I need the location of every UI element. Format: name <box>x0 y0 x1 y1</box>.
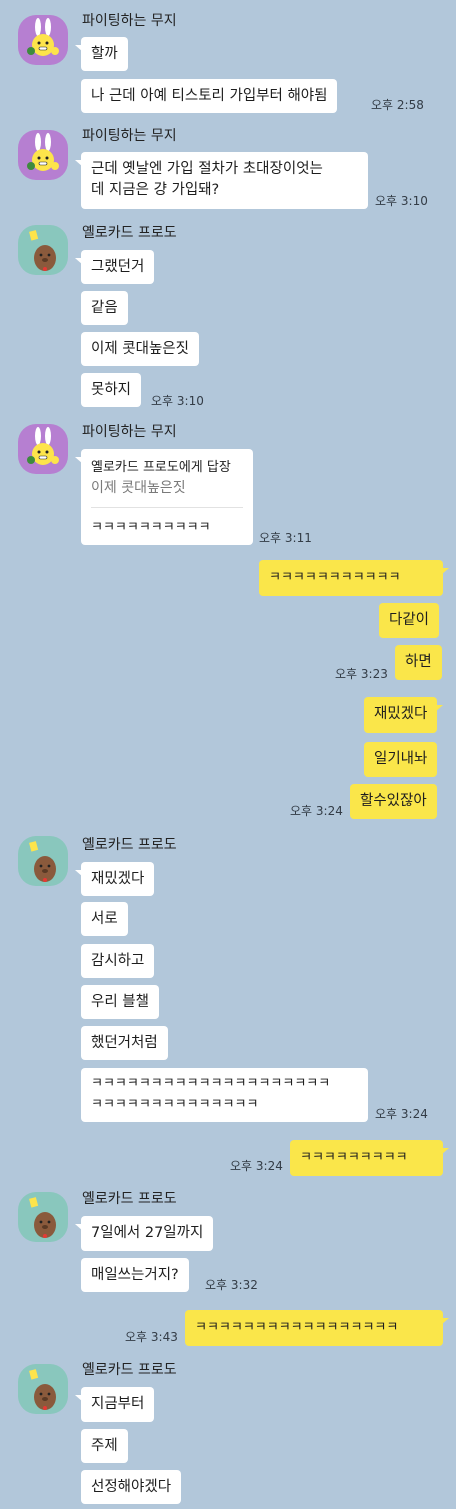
sender-name: 옐로카드 프로도 <box>82 837 177 853</box>
timestamp: 오후 3:23 <box>335 667 388 681</box>
message-bubble[interactable]: 나 근데 아예 티스토리 가입부터 해야됨 <box>81 79 338 113</box>
message-bubble[interactable]: 선정해야겠다 <box>81 1470 182 1504</box>
message-bubble[interactable]: ㅋㅋㅋㅋㅋㅋㅋㅋㅋ <box>290 1140 449 1176</box>
timestamp: 오후 3:24 <box>230 1159 283 1173</box>
message-text: 근데 옛날엔 가입 절차가 초대장이엇는 <box>91 161 323 177</box>
message-bubble[interactable]: 매일쓰는거지? <box>81 1258 189 1292</box>
avatar-frodo-icon[interactable] <box>18 1192 68 1242</box>
timestamp: 오후 3:11 <box>259 531 312 545</box>
message-bubble[interactable]: ㅋㅋㅋㅋㅋㅋㅋㅋㅋㅋㅋ <box>259 560 449 596</box>
message-bubble[interactable]: 우리 블챌 <box>81 985 159 1019</box>
message-bubble[interactable]: ㅋㅋㅋㅋㅋㅋㅋㅋㅋㅋㅋㅋㅋㅋㅋㅋㅋ <box>185 1310 449 1346</box>
message-text: 주제 <box>91 1438 118 1454</box>
sender-name: 파이팅하는 무지 <box>82 128 177 144</box>
reply-divider <box>91 507 243 508</box>
avatar-frodo-icon[interactable] <box>18 836 68 886</box>
message-bubble[interactable]: 할수있잖아 <box>350 784 437 819</box>
reply-message-bubble[interactable]: 옐로카드 프로도에게 답장 이제 콧대높은짓 ㅋㅋㅋㅋㅋㅋㅋㅋㅋㅋ <box>75 449 253 545</box>
reply-quote[interactable]: 이제 콧대높은짓 <box>91 478 243 499</box>
message-text: 서로 <box>91 911 118 927</box>
message-text: ㅋㅋㅋㅋㅋㅋㅋㅋㅋㅋ <box>91 520 211 535</box>
message-bubble[interactable]: 일기내놔 <box>364 742 438 777</box>
timestamp: 오후 3:10 <box>375 194 428 208</box>
message-bubble[interactable]: 못하지 <box>81 373 142 407</box>
message-bubble[interactable]: 재밌겠다 <box>74 862 155 896</box>
message-bubble[interactable]: 그랬던거 <box>74 250 155 284</box>
message-text: 7일에서 27일까지 <box>91 1225 204 1241</box>
message-text: 감시하고 <box>91 953 145 969</box>
avatar-frodo-icon[interactable] <box>18 1364 68 1414</box>
message-text: 선정해야겠다 <box>91 1479 172 1495</box>
reply-target: 옐로카드 프로도에게 답장 <box>91 460 231 475</box>
avatar-muzi-icon[interactable] <box>18 424 68 474</box>
message-bubble[interactable]: 하면 <box>395 645 442 680</box>
message-bubble[interactable]: 7일에서 27일까지 <box>74 1216 214 1251</box>
timestamp: 오후 3:24 <box>375 1107 428 1121</box>
message-text: 그랬던거 <box>91 259 145 275</box>
message-text: 재밌겠다 <box>91 871 145 887</box>
timestamp: 오후 3:24 <box>290 804 343 818</box>
message-text: 같음 <box>91 300 118 316</box>
timestamp: 오후 3:10 <box>151 394 204 408</box>
sender-name: 파이팅하는 무지 <box>82 424 177 440</box>
message-bubble[interactable]: 감시하고 <box>81 944 155 978</box>
message-text: 못하지 <box>91 382 132 398</box>
message-bubble[interactable]: 재밌겠다 <box>364 697 444 733</box>
message-text: 일기내놔 <box>374 751 428 767</box>
message-text: ㅋㅋㅋㅋㅋㅋㅋㅋㅋㅋㅋㅋㅋㅋ <box>91 1097 259 1112</box>
message-text: 나 근데 아예 티스토리 가입부터 해야됨 <box>91 88 328 104</box>
message-text: 데 지금은 걍 가입돼? <box>91 182 220 198</box>
sender-name: 옐로카드 프로도 <box>82 1191 177 1207</box>
timestamp: 오후 3:43 <box>125 1330 178 1344</box>
message-text: ㅋㅋㅋㅋㅋㅋㅋㅋㅋㅋㅋㅋㅋㅋㅋㅋㅋ <box>195 1320 399 1335</box>
message-text: 지금부터 <box>91 1396 145 1412</box>
message-text: 할수있잖아 <box>360 793 427 809</box>
message-bubble[interactable]: 이제 콧대높은짓 <box>81 332 199 366</box>
message-text: ㅋㅋㅋㅋㅋㅋㅋㅋㅋㅋㅋ <box>269 570 401 585</box>
message-text: ㅋㅋㅋㅋㅋㅋㅋㅋㅋ <box>300 1150 408 1165</box>
avatar-frodo-icon[interactable] <box>18 225 68 275</box>
message-text: 우리 블챌 <box>91 994 149 1010</box>
avatar-muzi-icon[interactable] <box>18 15 68 65</box>
timestamp: 오후 2:58 <box>371 98 424 112</box>
message-text: 재밌겠다 <box>374 706 428 722</box>
message-bubble[interactable]: ㅋㅋㅋㅋㅋㅋㅋㅋㅋㅋㅋㅋㅋㅋㅋㅋㅋㅋㅋㅋ ㅋㅋㅋㅋㅋㅋㅋㅋㅋㅋㅋㅋㅋㅋ <box>81 1068 368 1122</box>
message-text: 하면 <box>405 654 432 670</box>
message-bubble[interactable]: 지금부터 <box>74 1387 155 1422</box>
message-text: 매일쓰는거지? <box>91 1267 179 1283</box>
avatar-muzi-icon[interactable] <box>18 130 68 180</box>
sender-name: 파이팅하는 무지 <box>82 13 177 29</box>
message-bubble[interactable]: 서로 <box>81 902 128 936</box>
message-text: ㅋㅋㅋㅋㅋㅋㅋㅋㅋㅋㅋㅋㅋㅋㅋㅋㅋㅋㅋㅋ <box>91 1076 331 1091</box>
message-bubble[interactable]: 주제 <box>81 1429 128 1463</box>
message-bubble[interactable]: 했던거처럼 <box>81 1026 168 1060</box>
message-bubble[interactable]: 다같이 <box>379 603 440 638</box>
message-bubble[interactable]: 할까 <box>75 37 128 71</box>
message-text: 다같이 <box>389 612 430 628</box>
sender-name: 옐로카드 프로도 <box>82 225 177 241</box>
message-bubble[interactable]: 근데 옛날엔 가입 절차가 초대장이엇는 데 지금은 걍 가입돼? <box>75 152 368 209</box>
message-bubble[interactable]: 같음 <box>81 291 128 325</box>
message-text: 이제 콧대높은짓 <box>91 341 189 357</box>
sender-name: 옐로카드 프로도 <box>82 1362 177 1378</box>
message-text: 했던거처럼 <box>91 1035 158 1051</box>
timestamp: 오후 3:32 <box>205 1278 258 1292</box>
message-text: 할까 <box>91 46 118 62</box>
